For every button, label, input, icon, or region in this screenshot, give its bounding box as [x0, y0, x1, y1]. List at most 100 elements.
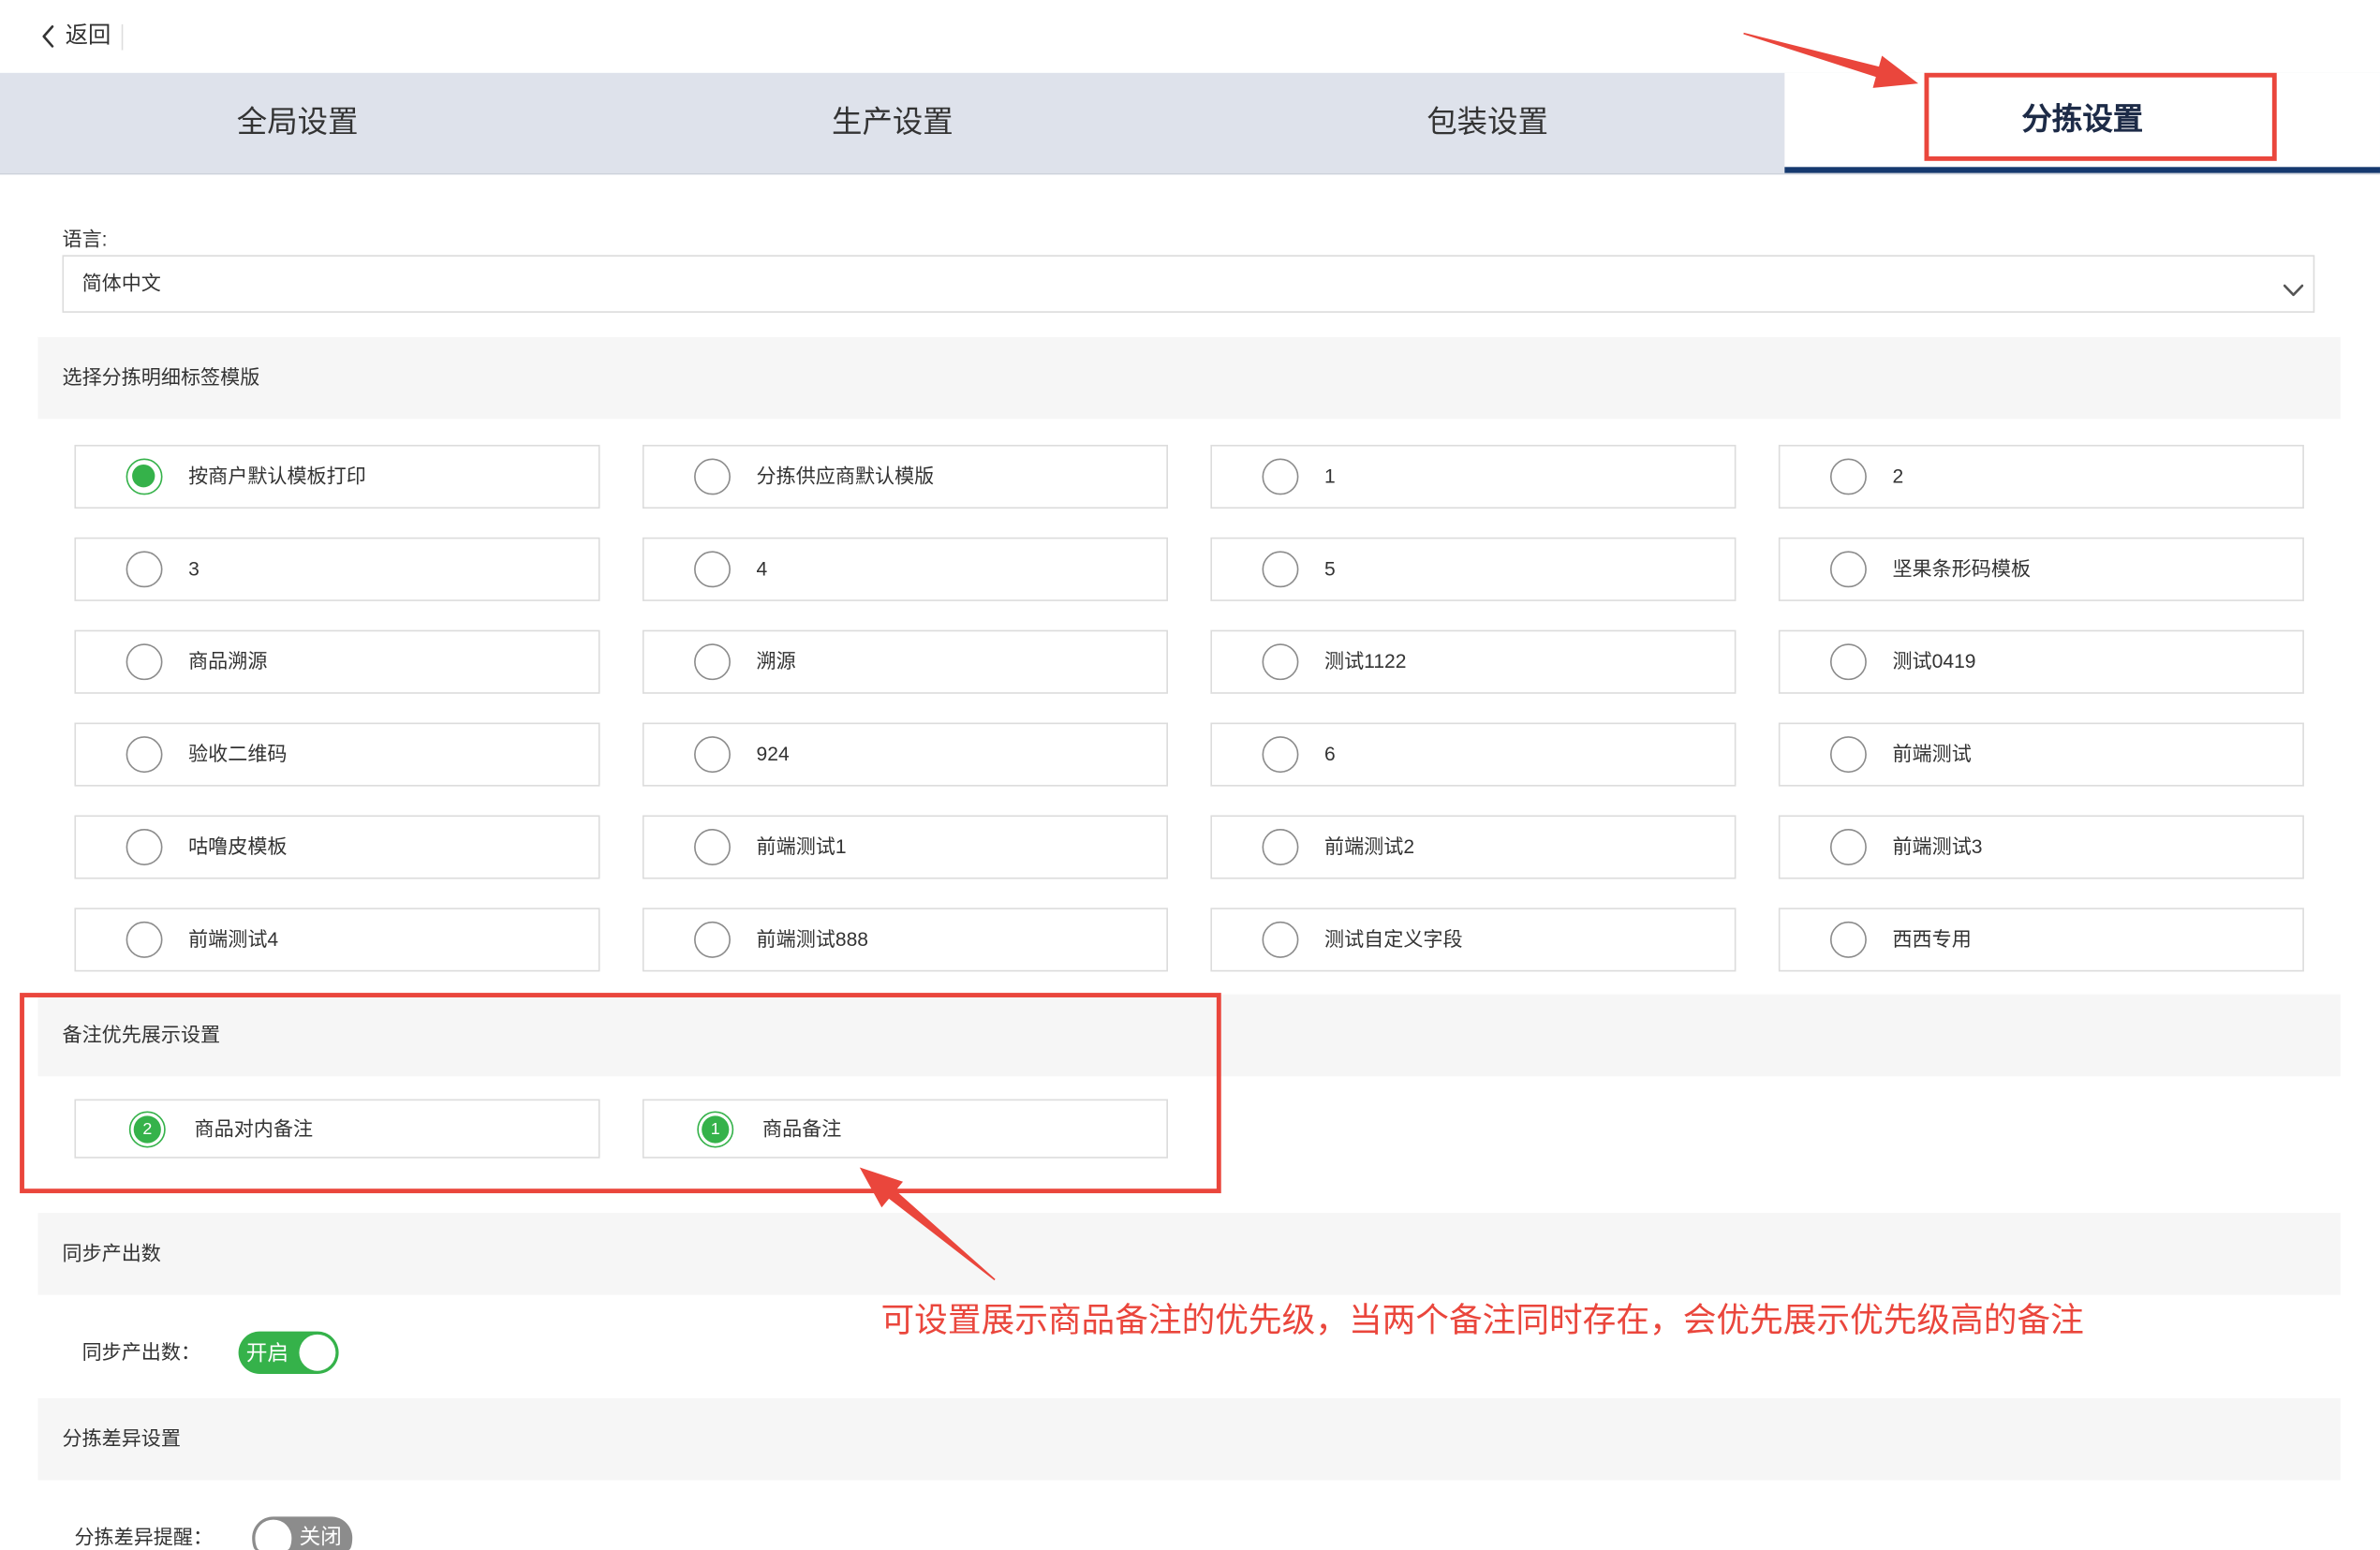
- radio-button[interactable]: [1829, 643, 1867, 681]
- template-option-label: 924: [756, 742, 790, 765]
- template-option[interactable]: 4: [642, 537, 1168, 601]
- radio-button-selected[interactable]: [126, 458, 163, 495]
- back-button[interactable]: 返回: [41, 18, 111, 54]
- template-option[interactable]: 6: [1210, 722, 1737, 787]
- template-option-label: 前端测试: [1892, 742, 1972, 765]
- template-option[interactable]: 前端测试4: [74, 908, 600, 972]
- template-option[interactable]: 按商户默认模板打印: [74, 444, 600, 509]
- priority-number: 1: [702, 1115, 730, 1143]
- remark-priority-options: 2 商品对内备注 1 商品备注: [74, 1099, 1168, 1159]
- radio-button[interactable]: [1262, 736, 1299, 774]
- tab-production-settings[interactable]: 生产设置: [595, 73, 1190, 173]
- template-option-label: 前端测试4: [188, 927, 279, 951]
- header-divider: [121, 23, 124, 51]
- priority-badge[interactable]: 2: [128, 1110, 166, 1147]
- template-option-label: 6: [1324, 742, 1336, 765]
- template-option-label: 咕噜皮模板: [188, 834, 288, 858]
- template-option-label: 前端测试1: [756, 834, 847, 858]
- template-option-label: 商品溯源: [188, 649, 268, 673]
- template-option[interactable]: 前端测试2: [1210, 815, 1737, 879]
- template-option-label: 坚果条形码模板: [1892, 556, 2032, 581]
- radio-button[interactable]: [1829, 736, 1867, 774]
- sync-output-toggle[interactable]: 开启: [238, 1331, 339, 1374]
- template-option-label: 测试1122: [1324, 649, 1407, 673]
- radio-button[interactable]: [1829, 921, 1867, 958]
- toggle-label: 关闭: [299, 1524, 342, 1549]
- tab-label: 包装设置: [1427, 106, 1548, 140]
- radio-button[interactable]: [1262, 551, 1299, 588]
- radio-button[interactable]: [694, 643, 731, 681]
- remark-option-label: 商品对内备注: [194, 1116, 314, 1140]
- section-header-sync-output: 同步产出数: [37, 1213, 2341, 1295]
- template-option[interactable]: 前端测试1: [642, 815, 1168, 879]
- radio-button[interactable]: [126, 921, 163, 958]
- template-option[interactable]: 商品溯源: [74, 629, 600, 694]
- template-option[interactable]: 1: [1210, 444, 1737, 509]
- template-option-label: 1: [1324, 465, 1336, 488]
- template-option-label: 溯源: [756, 649, 796, 673]
- radio-button[interactable]: [1262, 829, 1299, 865]
- sync-output-label: 同步产出数：: [81, 1340, 201, 1364]
- template-option-label: 测试0419: [1892, 649, 1976, 673]
- template-option[interactable]: 测试自定义字段: [1210, 908, 1737, 972]
- template-option[interactable]: 2: [1778, 444, 2304, 509]
- template-option[interactable]: 前端测试: [1778, 722, 2304, 787]
- priority-badge[interactable]: 1: [697, 1110, 734, 1147]
- template-option-label: 3: [188, 556, 200, 581]
- template-option[interactable]: 前端测试3: [1778, 815, 2304, 879]
- section-header-remark-priority: 备注优先展示设置: [37, 994, 2341, 1077]
- radio-button[interactable]: [126, 736, 163, 774]
- radio-button[interactable]: [694, 458, 731, 495]
- radio-button[interactable]: [1829, 458, 1867, 495]
- template-option[interactable]: 测试1122: [1210, 629, 1737, 694]
- radio-button[interactable]: [694, 551, 731, 588]
- tab-label: 分拣设置: [2021, 103, 2144, 137]
- radio-button[interactable]: [1829, 829, 1867, 865]
- radio-button[interactable]: [126, 643, 163, 681]
- template-option[interactable]: 3: [74, 537, 600, 601]
- template-option[interactable]: 5: [1210, 537, 1737, 601]
- toggle-knob: [255, 1519, 292, 1550]
- template-option-label: 分拣供应商默认模版: [756, 465, 935, 488]
- radio-button[interactable]: [1262, 643, 1299, 681]
- section-title: 分拣差异设置: [62, 1426, 181, 1451]
- sorting-difference-label: 分拣差异提醒：: [74, 1526, 214, 1549]
- radio-button[interactable]: [1262, 458, 1299, 495]
- template-option[interactable]: 测试0419: [1778, 629, 2304, 694]
- remark-option-label: 商品备注: [762, 1116, 842, 1140]
- chevron-down-icon: [2283, 278, 2304, 297]
- radio-button[interactable]: [694, 736, 731, 774]
- tab-global-settings[interactable]: 全局设置: [0, 73, 595, 173]
- tab-packaging-settings[interactable]: 包装设置: [1190, 73, 1784, 173]
- template-option-label: 4: [756, 556, 768, 581]
- radio-button[interactable]: [694, 829, 731, 865]
- remark-option-product-note[interactable]: 1 商品备注: [642, 1099, 1168, 1159]
- language-select[interactable]: 简体中文: [62, 255, 2315, 313]
- radio-button[interactable]: [126, 829, 163, 865]
- tab-sorting-settings[interactable]: 分拣设置: [1784, 72, 2380, 173]
- annotation-text: 可设置展示商品备注的优先级，当两个备注同时存在，会优先展示优先级高的备注: [880, 1301, 2084, 1339]
- template-option[interactable]: 前端测试888: [642, 908, 1168, 972]
- template-option[interactable]: 坚果条形码模板: [1778, 537, 2304, 601]
- radio-button[interactable]: [126, 551, 163, 588]
- template-option[interactable]: 分拣供应商默认模版: [642, 444, 1168, 509]
- tab-label: 全局设置: [236, 106, 359, 140]
- template-option[interactable]: 溯源: [642, 629, 1168, 694]
- back-label: 返回: [65, 22, 111, 49]
- section-title: 备注优先展示设置: [62, 1023, 221, 1046]
- template-option-grid: 按商户默认模板打印 分拣供应商默认模版 1 2 3 4 5 坚果条形码模板商品溯源 溯源 测试11…: [74, 444, 2304, 972]
- tab-bar-divider: [0, 172, 2380, 175]
- template-option-label: 前端测试2: [1324, 834, 1415, 858]
- template-option-label: 测试自定义字段: [1324, 927, 1463, 951]
- sorting-difference-toggle[interactable]: 关闭: [252, 1516, 353, 1550]
- template-option[interactable]: 验收二维码: [74, 722, 600, 787]
- template-option[interactable]: 西西专用: [1778, 908, 2304, 972]
- radio-button[interactable]: [694, 921, 731, 958]
- template-option[interactable]: 924: [642, 722, 1168, 787]
- template-option[interactable]: 咕噜皮模板: [74, 815, 600, 879]
- section-title: 同步产出数: [62, 1241, 161, 1265]
- toggle-label: 开启: [245, 1340, 289, 1365]
- radio-button[interactable]: [1262, 921, 1299, 958]
- radio-button[interactable]: [1829, 551, 1867, 588]
- remark-option-internal-note[interactable]: 2 商品对内备注: [74, 1099, 600, 1159]
